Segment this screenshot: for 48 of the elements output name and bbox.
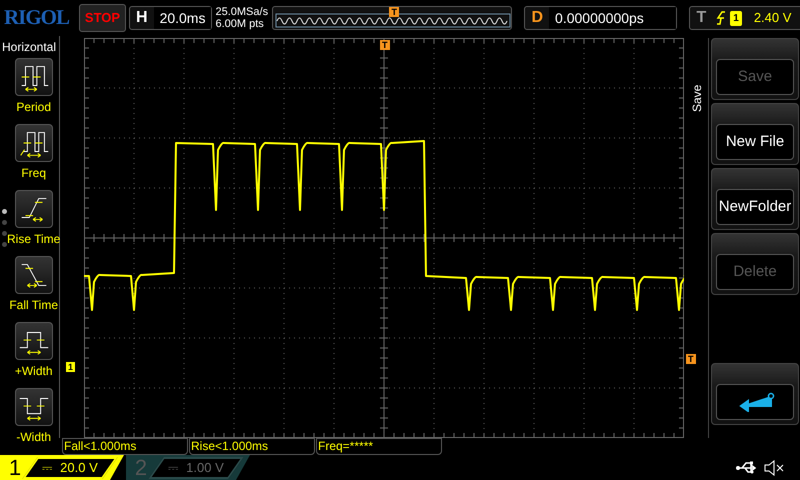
memory-depth: 6.00M pts (215, 18, 265, 30)
menu-item[interactable]: Period (14, 58, 53, 122)
trigger-label: T (695, 8, 708, 28)
page-indicator-dot[interactable] (2, 220, 7, 225)
trigger-channel-badge: 1 (730, 10, 742, 26)
menu-title: Horizontal (1, 39, 58, 56)
page-indicator-dot[interactable] (2, 242, 7, 247)
channel-tab[interactable]: 2 ⎓ 1.00 V (126, 455, 250, 480)
measurement-readout: Rise<1.000ms (189, 438, 315, 455)
menu-item[interactable]: -Width (14, 388, 53, 452)
timebase-value: 20.0ms (154, 7, 212, 29)
frequency-icon (14, 124, 53, 162)
back-button[interactable] (716, 384, 794, 420)
delay-value: 0.00000000ps (549, 7, 676, 29)
period-icon (14, 58, 53, 96)
trigger-position-marker: T (389, 7, 399, 17)
channel-tab[interactable]: 1 ⎓ 20.0 V (0, 455, 124, 480)
sample-rate: 25.0MSa/s (215, 6, 270, 18)
negative-pulse-icon (14, 388, 53, 426)
brand-logo: RIGOL (4, 4, 70, 32)
usb-icon (736, 460, 758, 474)
positive-pulse-icon (14, 322, 53, 360)
rise-time-icon (14, 190, 53, 228)
measurement-readout: Freq=***** (316, 438, 442, 455)
page-indicator-dot[interactable] (2, 209, 7, 214)
channel-scale: 20.0 V (60, 458, 98, 477)
menu-item[interactable]: +Width (14, 322, 53, 386)
channel-scale: 1.00 V (186, 458, 224, 477)
menu-item[interactable]: Fall Time (9, 256, 58, 320)
delay-label: D (530, 8, 544, 28)
run-stop-button[interactable]: STOP (79, 4, 126, 32)
fall-time-icon (14, 256, 53, 294)
trigger-level: 2.40 V (754, 9, 792, 28)
coupling-symbol: ⎓ (42, 458, 52, 477)
rising-edge-icon (716, 11, 726, 25)
timebase-label: H (135, 8, 149, 28)
channel-offset-marker: 1 (66, 362, 76, 372)
measurement-readout: Fall<1.000ms (62, 438, 188, 455)
muted-speaker-icon (764, 460, 786, 476)
menu-item[interactable]: Freq (14, 124, 53, 188)
menu-button[interactable]: NewFolder (716, 189, 794, 225)
menu-button[interactable]: New File (716, 124, 794, 160)
page-indicator-dot[interactable] (2, 231, 7, 236)
coupling-symbol: ⎓ (168, 458, 178, 477)
trigger-position-marker: T (380, 40, 390, 50)
trigger-level-marker: T (686, 354, 696, 364)
menu-title: Save (689, 84, 705, 112)
menu-item[interactable]: Rise Time (7, 190, 60, 254)
